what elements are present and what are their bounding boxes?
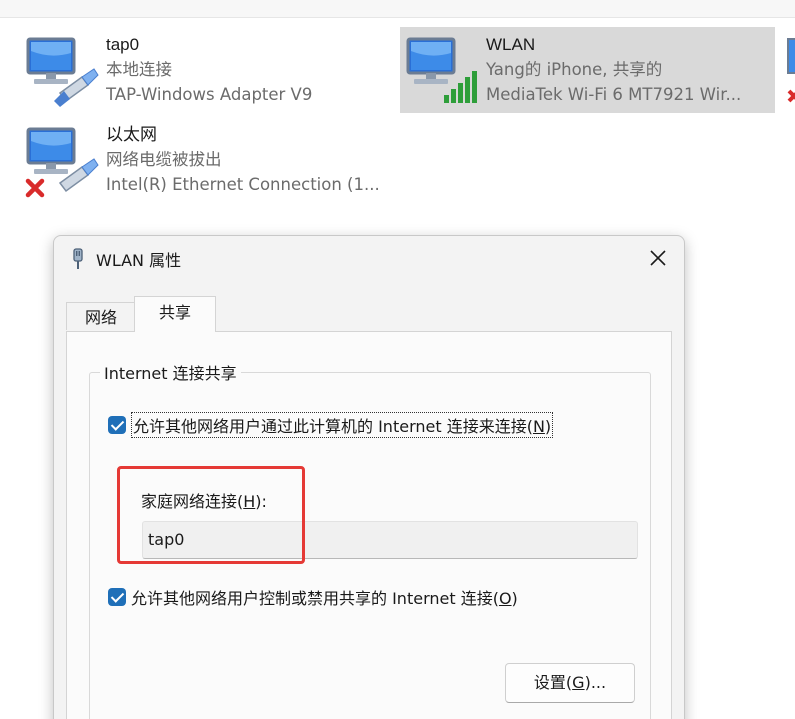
checkbox-checked-icon[interactable] — [108, 588, 126, 606]
adapter-name: WLAN — [486, 35, 536, 54]
adapter-tap0[interactable]: tap0 本地连接 TAP-Windows Adapter V9 — [20, 27, 380, 113]
allow-control-checkbox[interactable]: 允许其他网络用户控制或禁用共享的 Internet 连接(O) — [108, 585, 518, 609]
adapter-name: 以太网 — [106, 125, 157, 144]
adapter-status: 本地连接 — [106, 60, 172, 79]
adapter-name: tap0 — [106, 35, 140, 54]
allow-sharing-checkbox[interactable]: 允许其他网络用户通过此计算机的 Internet 连接来连接(N) — [108, 412, 554, 438]
home-network-select[interactable]: tap0 — [142, 521, 638, 559]
tab-sharing[interactable]: 共享 — [134, 296, 216, 332]
wifi-adapter-icon — [406, 37, 477, 103]
home-network-label: 家庭网络连接(H): — [141, 492, 267, 511]
network-plug-icon — [73, 248, 83, 269]
dialog-titlebar[interactable]: WLAN 属性 — [54, 236, 684, 282]
adapter-ethernet[interactable]: 以太网 网络电缆被拔出 Intel(R) Ethernet Connection… — [20, 117, 390, 203]
internet-sharing-group: Internet 连接共享 允许其他网络用户通过此计算机的 Internet 连… — [89, 360, 651, 719]
command-bar — [0, 0, 795, 18]
tab-network[interactable]: 网络 — [66, 302, 136, 330]
adapter-partial[interactable] — [782, 27, 795, 113]
close-icon[interactable] — [646, 246, 670, 270]
ethernet-adapter-icon — [25, 127, 99, 198]
checkbox-checked-icon[interactable] — [108, 416, 126, 434]
network-adapter-icon — [26, 37, 99, 107]
adapter-status: 网络电缆被拔出 — [106, 150, 222, 169]
group-title: Internet 连接共享 — [100, 360, 241, 384]
allow-sharing-label: 允许其他网络用户通过此计算机的 Internet 连接来连接(N) — [131, 412, 554, 438]
settings-button[interactable]: 设置(G)... — [505, 663, 635, 703]
adapter-device: TAP-Windows Adapter V9 — [106, 85, 313, 104]
allow-control-label: 允许其他网络用户控制或禁用共享的 Internet 连接(O) — [131, 589, 518, 608]
network-adapter-icon — [787, 38, 795, 103]
adapter-device: MediaTek Wi-Fi 6 MT7921 Wir... — [486, 85, 742, 104]
dialog-title: WLAN 属性 — [96, 251, 182, 270]
adapter-device: Intel(R) Ethernet Connection (1... — [106, 175, 380, 194]
wlan-properties-dialog: WLAN 属性 网络 共享 Internet 连接共享 允许其他网络用户通过此计… — [53, 235, 685, 719]
sharing-tab-panel: Internet 连接共享 允许其他网络用户通过此计算机的 Internet 连… — [66, 331, 672, 719]
adapter-wlan[interactable]: WLAN Yang的 iPhone, 共享的 MediaTek Wi-Fi 6 … — [400, 27, 775, 113]
adapter-status: Yang的 iPhone, 共享的 — [486, 60, 663, 79]
